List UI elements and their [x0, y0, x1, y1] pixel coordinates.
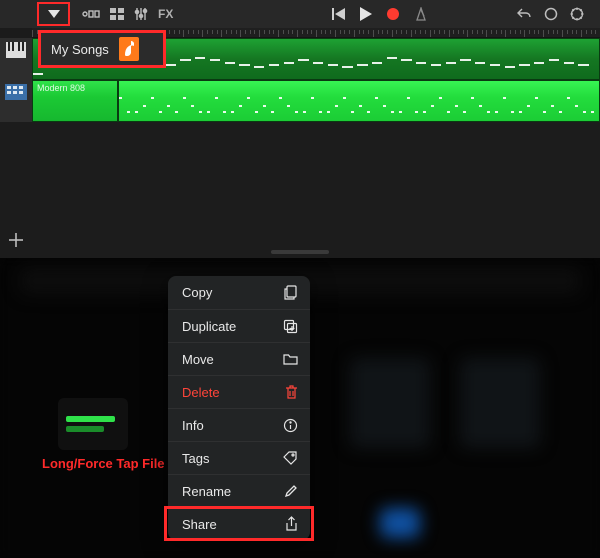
track-area: Modern 808 [0, 38, 600, 258]
loop-icon[interactable] [544, 7, 558, 21]
play-icon[interactable] [360, 7, 372, 21]
ctx-tags[interactable]: Tags [168, 441, 310, 474]
copy-icon [283, 285, 298, 300]
annotation-long-tap: Long/Force Tap File [42, 456, 165, 471]
trackview-icon[interactable] [82, 8, 100, 20]
midi-region-2-header[interactable]: Modern 808 [32, 80, 118, 122]
share-icon [285, 516, 298, 532]
track-header-2[interactable] [0, 80, 32, 122]
project-file-thumbnail[interactable] [58, 398, 128, 450]
rewind-icon[interactable] [332, 8, 346, 20]
add-track-button[interactable] [8, 232, 24, 248]
garageband-editor: FX [0, 0, 600, 258]
undo-icon[interactable] [516, 7, 532, 21]
chevron-down-icon [48, 10, 60, 18]
mysongs-menuitem[interactable]: My Songs [38, 30, 166, 68]
ctx-share[interactable]: Share [168, 507, 310, 540]
pencil-icon [284, 484, 298, 498]
context-menu: Copy Duplicate Move Delete Info Tags Ren… [168, 276, 310, 540]
home-indicator [271, 250, 329, 254]
grid-icon[interactable] [110, 8, 124, 20]
files-browser: Long/Force Tap File Copy Duplicate Move … [0, 258, 600, 558]
ctx-rename[interactable]: Rename [168, 474, 310, 507]
metronome-icon[interactable] [414, 7, 428, 21]
ctx-move[interactable]: Move [168, 342, 310, 375]
midi-region-2[interactable] [118, 80, 600, 122]
ctx-copy[interactable]: Copy [168, 276, 310, 309]
plus-icon [8, 232, 24, 248]
editor-toolbar: FX [0, 0, 600, 28]
mysongs-label: My Songs [51, 42, 109, 57]
trash-icon [285, 385, 298, 400]
dropdown-highlight[interactable] [37, 2, 70, 26]
folder-icon [283, 353, 298, 366]
ctx-duplicate[interactable]: Duplicate [168, 309, 310, 342]
tag-icon [283, 451, 298, 466]
fx-button[interactable]: FX [158, 7, 173, 21]
record-icon[interactable] [386, 7, 400, 21]
empty-track-area[interactable] [0, 122, 600, 258]
garageband-file-icon [119, 37, 139, 61]
region-label: Modern 808 [37, 83, 85, 93]
duplicate-icon [283, 319, 298, 334]
drummachine-icon [5, 84, 27, 100]
track-header-1[interactable] [0, 38, 32, 80]
mixer-icon[interactable] [134, 7, 148, 21]
info-icon [283, 418, 298, 433]
track-row: Modern 808 [0, 80, 600, 122]
settings-icon[interactable] [570, 7, 584, 21]
piano-icon [6, 42, 26, 58]
ctx-info[interactable]: Info [168, 408, 310, 441]
ctx-delete[interactable]: Delete [168, 375, 310, 408]
